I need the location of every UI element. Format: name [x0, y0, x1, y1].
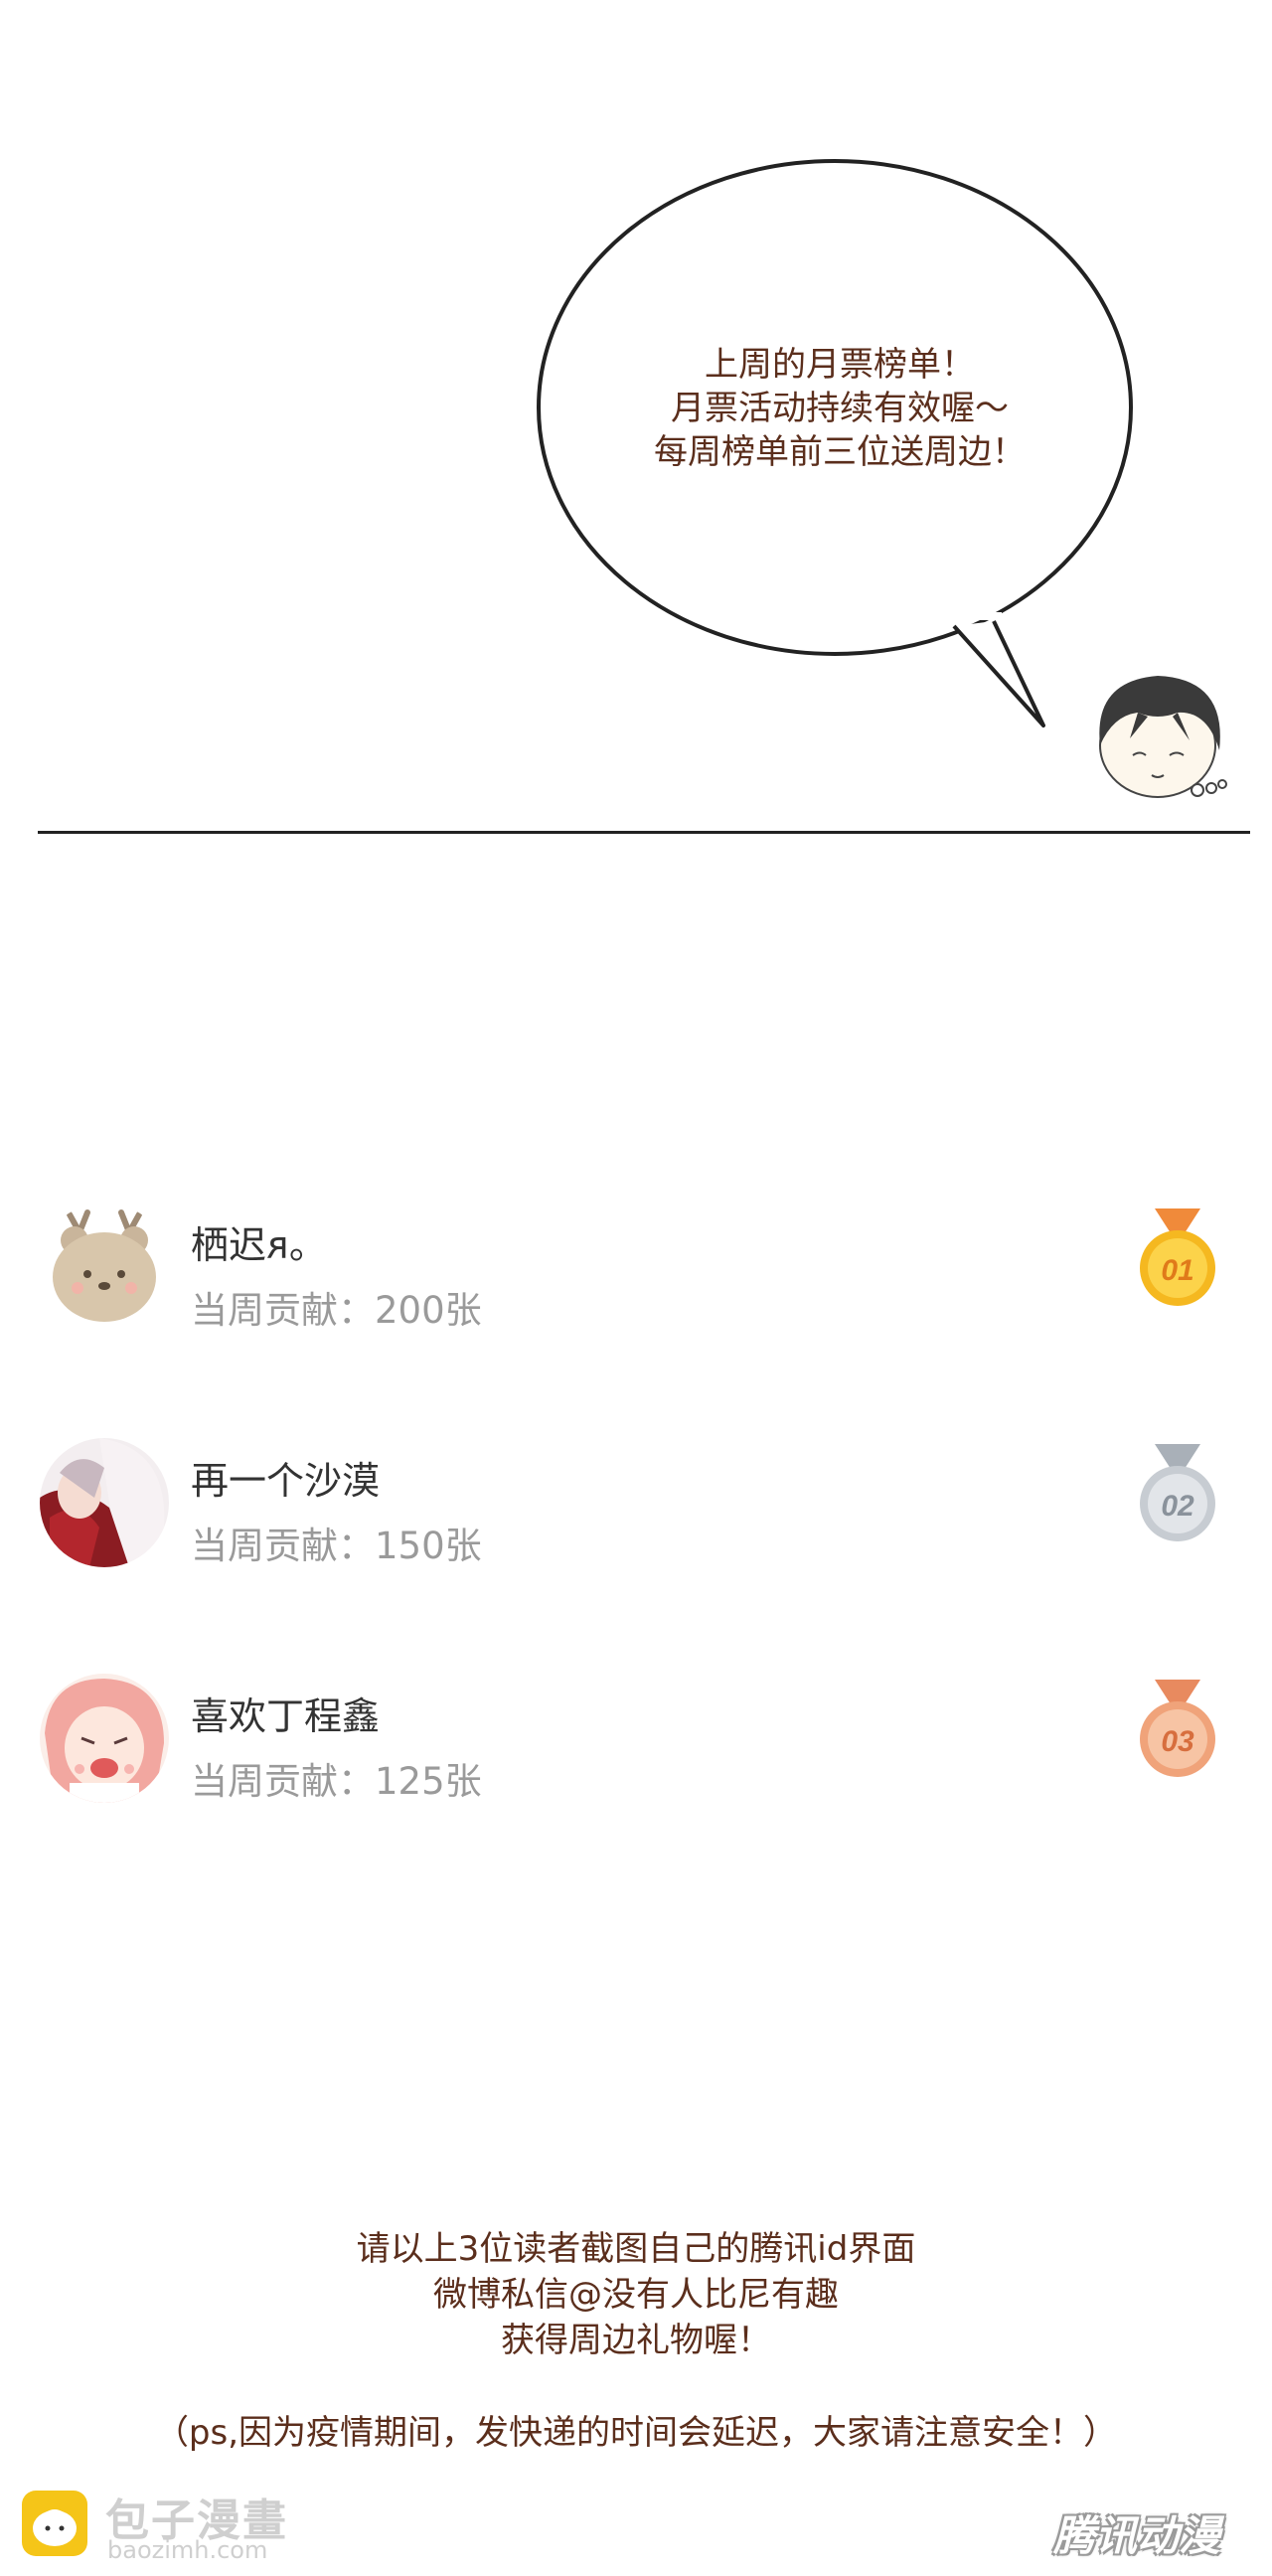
character-head-illustration: [1099, 676, 1227, 798]
weekly-contribution: 当周贡献：200张: [191, 1289, 482, 1332]
ranking-item-2: 再一个沙漠 当周贡献：150张 02: [0, 1438, 1272, 1587]
bubble-line-2: 月票活动持续有效喔～: [671, 389, 1009, 428]
ps-note: （ps,因为疫情期间，发快递的时间会延迟，大家请注意安全！）: [154, 2413, 1118, 2453]
instruction-line-1: 请以上3位读者截图自己的腾讯id界面: [356, 2229, 916, 2269]
instruction-line-3: 获得周边礼物喔！: [501, 2321, 771, 2360]
bubble-line-3: 每周榜单前三位送周边！: [654, 432, 1026, 472]
site-url: baozimh.com: [107, 2536, 268, 2564]
avatar: [40, 1203, 169, 1332]
brand-watermark: 腾讯动漫: [1053, 2511, 1221, 2560]
avatar: [40, 1438, 169, 1567]
weekly-contribution: 当周贡献：150张: [191, 1525, 482, 1567]
site-watermark: 包子漫畫 baozimh.com: [20, 2483, 338, 2564]
gold-medal-icon: 01: [1140, 1208, 1215, 1306]
section-divider: [38, 831, 1250, 834]
ranking-item-1: 栖迟ᴙ。 当周贡献：200张 01: [0, 1203, 1272, 1352]
user-name: 再一个沙漠: [191, 1459, 381, 1503]
medal-number: 01: [1161, 1254, 1193, 1287]
user-name: 喜欢丁程鑫: [191, 1694, 381, 1738]
bronze-medal-icon: 03: [1140, 1680, 1215, 1777]
instruction-line-2: 微博私信@没有人比尼有趣: [433, 2275, 839, 2315]
bun-logo-icon: [22, 2491, 87, 2556]
instructions: 请以上3位读者截图自己的腾讯id界面 微博私信@没有人比尼有趣 获得周边礼物喔！: [0, 2226, 1272, 2363]
avatar: [40, 1674, 169, 1803]
bubble-text: 上周的月票榜单！ 月票活动持续有效喔～ 每周榜单前三位送周边！: [556, 343, 1123, 474]
bubble-line-1: 上周的月票榜单！: [705, 345, 975, 385]
user-name: 栖迟ᴙ。: [191, 1223, 327, 1267]
medal-number: 03: [1161, 1725, 1194, 1758]
ranking-item-3: 喜欢丁程鑫 当周贡献：125张 03: [0, 1674, 1272, 1823]
weekly-contribution: 当周贡献：125张: [191, 1760, 482, 1803]
silver-medal-icon: 02: [1140, 1444, 1215, 1541]
medal-number: 02: [1161, 1490, 1194, 1523]
